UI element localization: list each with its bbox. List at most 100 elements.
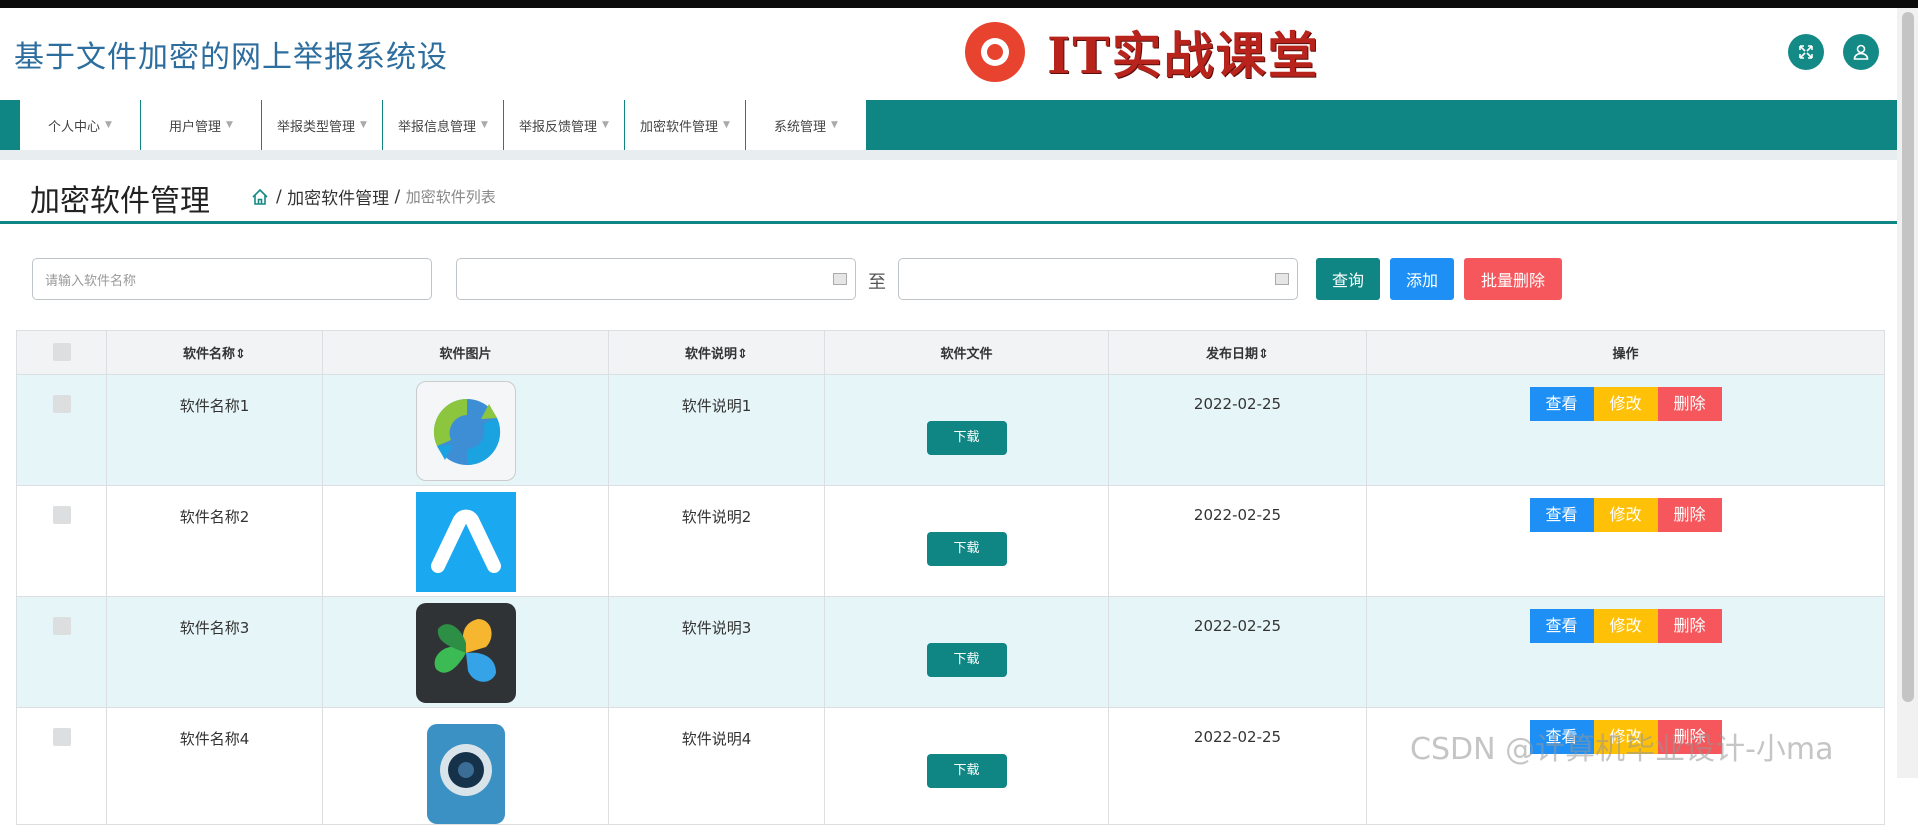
software-desc: 软件说明2 — [681, 508, 752, 526]
nav-item-label: 加密软件管理 — [640, 119, 719, 135]
software-desc: 软件说明1 — [681, 397, 752, 415]
end-date-input[interactable] — [898, 258, 1298, 300]
caret-down-icon: ▼ — [360, 120, 367, 130]
row-checkbox[interactable] — [52, 728, 71, 746]
breadcrumb-separator: / — [276, 186, 282, 207]
breadcrumb-separator: / — [394, 186, 401, 207]
download-button[interactable]: 下载 — [926, 643, 1007, 677]
download-button[interactable]: 下载 — [926, 532, 1007, 566]
query-button[interactable]: 查询 — [1316, 258, 1380, 300]
sort-icon[interactable]: ⇕ — [235, 347, 246, 362]
header: 基于文件加密的网上举报系统设 IT实战课堂 — [0, 8, 1897, 100]
nav-item-label: 个人中心 — [48, 119, 101, 135]
download-button[interactable]: 下载 — [926, 754, 1007, 788]
delete-button[interactable]: 删除 — [1657, 387, 1722, 421]
row-actions: 查看 修改 删除 — [1529, 498, 1722, 532]
nav-item-personal-center[interactable]: 个人中心 ▼ — [20, 100, 141, 150]
software-name: 软件名称4 — [179, 730, 250, 748]
letter-a-app-icon — [415, 492, 516, 592]
software-name: 软件名称1 — [179, 397, 250, 415]
table-row: 软件名称1 软件说明1 下载 2022-02-25 查看 修改 删除 — [16, 374, 1885, 486]
view-button[interactable]: 查看 — [1529, 387, 1594, 421]
add-button[interactable]: 添加 — [1390, 258, 1454, 300]
select-all-checkbox[interactable] — [52, 342, 71, 361]
logo: IT实战课堂 — [965, 12, 1355, 92]
filter-bar: 请输入软件名称 至 查询 添加 批量删除 — [32, 258, 1592, 300]
nav-item-label: 系统管理 — [774, 119, 827, 135]
batch-delete-button[interactable]: 批量删除 — [1464, 258, 1562, 300]
fullscreen-icon[interactable] — [1788, 34, 1824, 70]
row-checkbox[interactable] — [52, 617, 71, 635]
table-row: 软件名称2 软件说明2 下载 2022-02-25 查看 修改 删除 — [16, 485, 1885, 597]
column-header-desc[interactable]: 软件说明⇕ — [608, 330, 825, 375]
column-header-date[interactable]: 发布日期⇕ — [1108, 330, 1367, 375]
column-header-image: 软件图片 — [322, 330, 609, 375]
scrollbar-thumb[interactable] — [1902, 12, 1914, 702]
row-checkbox[interactable] — [52, 506, 71, 524]
publish-date: 2022-02-25 — [1193, 617, 1282, 635]
software-desc: 软件说明3 — [681, 619, 752, 637]
home-icon[interactable] — [250, 187, 270, 207]
date-range-separator: 至 — [868, 272, 886, 293]
software-name-placeholder: 请输入软件名称 — [45, 273, 137, 289]
watermark: CSDN @计算机毕业设计-小ma — [1410, 732, 1834, 767]
nav-item-label: 举报类型管理 — [277, 119, 356, 135]
edit-button[interactable]: 修改 — [1593, 609, 1658, 643]
software-desc: 软件说明4 — [681, 730, 752, 748]
download-button[interactable]: 下载 — [926, 421, 1007, 455]
publish-date: 2022-02-25 — [1193, 395, 1282, 413]
caret-down-icon: ▼ — [105, 120, 112, 130]
camera-app-icon — [426, 724, 505, 824]
software-name: 软件名称2 — [179, 508, 250, 526]
caret-down-icon: ▼ — [602, 120, 609, 130]
software-name-input[interactable]: 请输入软件名称 — [32, 258, 432, 300]
caret-down-icon: ▼ — [723, 120, 730, 130]
column-header-label: 软件名称 — [183, 347, 236, 362]
row-checkbox[interactable] — [52, 395, 71, 413]
view-button[interactable]: 查看 — [1529, 498, 1594, 532]
window-top-bar — [0, 0, 1918, 8]
publish-date: 2022-02-25 — [1193, 728, 1282, 746]
row-actions: 查看 修改 删除 — [1529, 609, 1722, 643]
page-header: 加密软件管理 / 加密软件管理 / 加密软件列表 — [0, 160, 1897, 224]
pinwheel-app-icon — [415, 603, 516, 703]
user-icon[interactable] — [1843, 34, 1879, 70]
sort-icon[interactable]: ⇕ — [737, 347, 748, 362]
nav-bar: 个人中心 ▼ 用户管理 ▼ 举报类型管理 ▼ 举报信息管理 ▼ 举报反馈管理 ▼ 加密软件… — [0, 100, 1897, 150]
edit-button[interactable]: 修改 — [1593, 387, 1658, 421]
nav-item-report-info-management[interactable]: 举报信息管理 ▼ — [383, 100, 504, 150]
column-header-label: 发布日期 — [1206, 347, 1259, 362]
table-header-row: 软件名称⇕ 软件图片 软件说明⇕ 软件文件 发布日期⇕ 操作 — [16, 330, 1885, 375]
page-title: 加密软件管理 — [30, 184, 210, 219]
column-header-label: 操作 — [1612, 347, 1639, 362]
column-header-label: 软件图片 — [439, 347, 492, 362]
caret-down-icon: ▼ — [831, 120, 838, 130]
logo-text: IT实战课堂 — [1047, 26, 1320, 85]
nav-item-user-management[interactable]: 用户管理 ▼ — [141, 100, 262, 150]
column-header-label: 软件文件 — [940, 347, 993, 362]
nav-item-system-management[interactable]: 系统管理 ▼ — [746, 100, 867, 150]
software-name: 软件名称3 — [179, 619, 250, 637]
caret-down-icon: ▼ — [226, 120, 233, 130]
column-header-file: 软件文件 — [824, 330, 1109, 375]
calendar-icon[interactable] — [1275, 273, 1289, 285]
nav-item-report-feedback-management[interactable]: 举报反馈管理 ▼ — [504, 100, 625, 150]
caret-down-icon: ▼ — [481, 120, 488, 130]
view-button[interactable]: 查看 — [1529, 609, 1594, 643]
divider — [0, 150, 1897, 160]
delete-button[interactable]: 删除 — [1657, 498, 1722, 532]
column-header-label: 软件说明 — [685, 347, 738, 362]
start-date-input[interactable] — [456, 258, 856, 300]
nav-item-report-type-management[interactable]: 举报类型管理 ▼ — [262, 100, 383, 150]
delete-button[interactable]: 删除 — [1657, 609, 1722, 643]
nav-menu: 个人中心 ▼ 用户管理 ▼ 举报类型管理 ▼ 举报信息管理 ▼ 举报反馈管理 ▼ 加密软件… — [20, 100, 867, 150]
edit-button[interactable]: 修改 — [1593, 498, 1658, 532]
breadcrumb: / 加密软件管理 / 加密软件列表 — [250, 184, 496, 209]
nav-item-encryption-software-management[interactable]: 加密软件管理 ▼ — [625, 100, 746, 150]
column-header-name[interactable]: 软件名称⇕ — [106, 330, 323, 375]
publish-date: 2022-02-25 — [1193, 506, 1282, 524]
breadcrumb-section[interactable]: 加密软件管理 — [287, 184, 389, 209]
header-checkbox-cell — [16, 330, 107, 375]
sort-icon[interactable]: ⇕ — [1258, 347, 1269, 362]
calendar-icon[interactable] — [833, 273, 847, 285]
